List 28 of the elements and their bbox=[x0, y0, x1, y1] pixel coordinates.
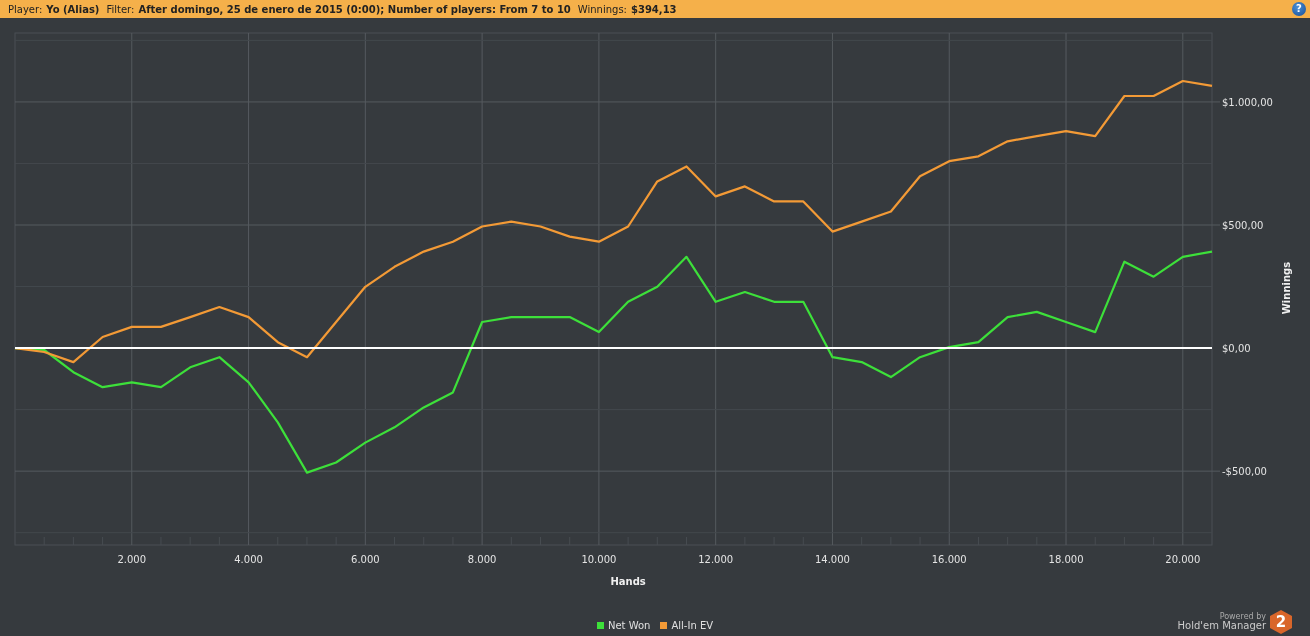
x-axis-title: Hands bbox=[610, 576, 646, 587]
y-tick-label: $1.000,00 bbox=[1222, 96, 1273, 108]
x-tick-label: 10.000 bbox=[581, 554, 617, 565]
field-label: Filter: bbox=[106, 3, 135, 15]
x-tick-label: 14.000 bbox=[814, 554, 850, 565]
brand-name: Hold'em Manager bbox=[1177, 620, 1266, 632]
y-axis-title: Winnings bbox=[1281, 261, 1292, 315]
field-value: Yo (Alias) bbox=[46, 3, 100, 15]
x-tick-label: 20.000 bbox=[1165, 554, 1201, 565]
x-tick-label: 12.000 bbox=[698, 554, 734, 565]
x-tick-label: 4.000 bbox=[234, 554, 263, 565]
x-tick-label: 16.000 bbox=[931, 554, 967, 565]
help-button[interactable]: ? bbox=[1292, 2, 1306, 16]
x-tick-label: 8.000 bbox=[467, 554, 497, 565]
field-label: Player: bbox=[8, 3, 43, 15]
x-tick-label: 2.000 bbox=[117, 554, 147, 565]
field-label: Winnings: bbox=[577, 3, 627, 15]
y-tick-label: $0,00 bbox=[1222, 343, 1251, 355]
y-tick-label: $500,00 bbox=[1222, 220, 1264, 231]
y-tick-label: -$500,00 bbox=[1222, 466, 1267, 478]
powered-by-text: Powered by bbox=[1219, 612, 1266, 621]
legend-label[interactable]: Net Won bbox=[607, 620, 651, 631]
x-tick-label: 18.000 bbox=[1048, 554, 1084, 565]
field-value: $394,13 bbox=[631, 3, 677, 15]
hexagon-logo: 2 bbox=[1270, 610, 1292, 634]
x-tick-label: 6.000 bbox=[351, 554, 380, 565]
legend-label[interactable]: All-In EV bbox=[671, 620, 714, 631]
field-value: After domingo, 25 de enero de 2015 (0:00); Number of players: From 7 to 10 bbox=[138, 3, 571, 15]
